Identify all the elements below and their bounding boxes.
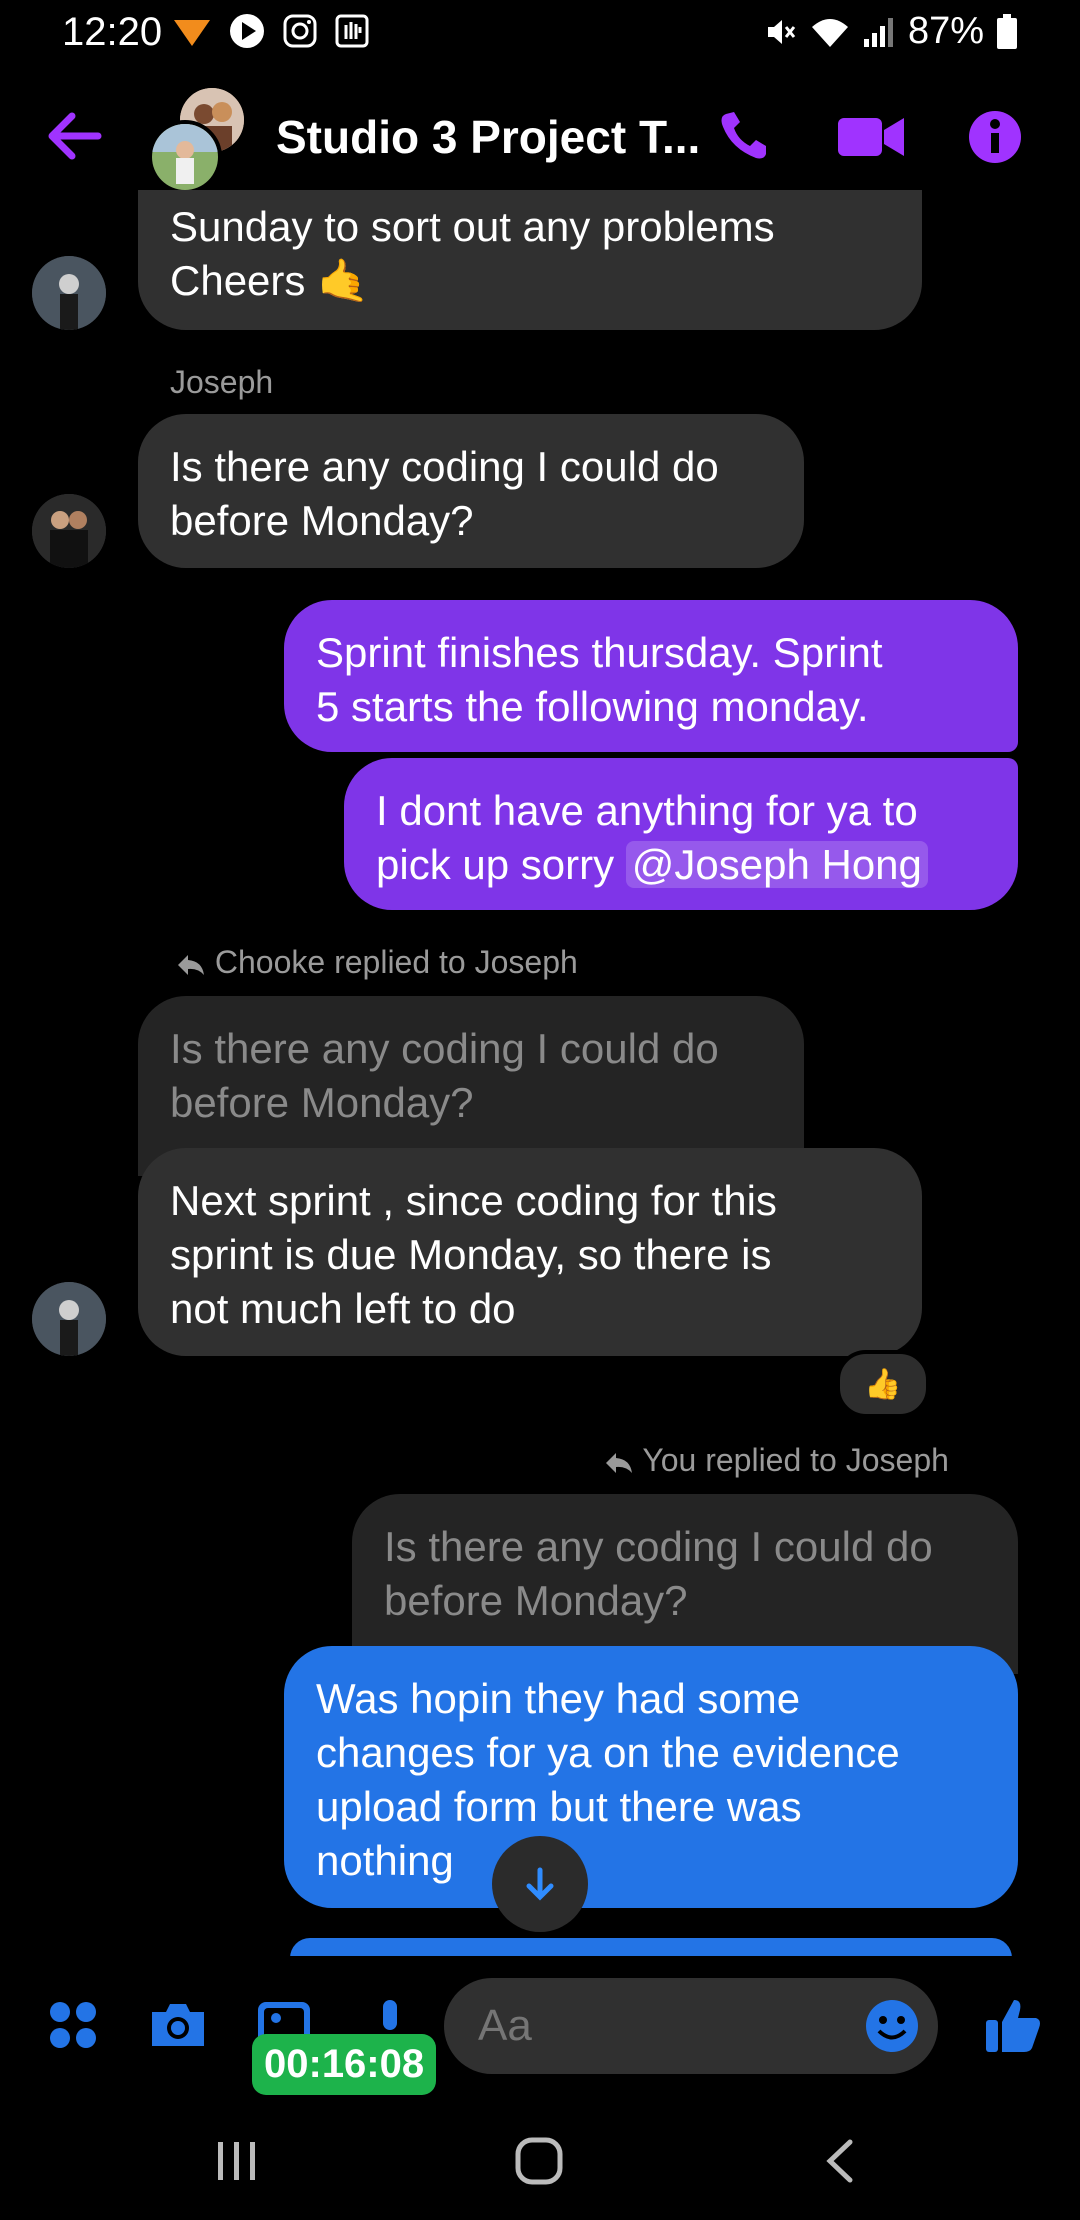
battery-percent: 87% — [907, 10, 984, 52]
message-text: Sprint finishes thursday. Sprint — [316, 629, 883, 676]
reply-label-text: You replied to Joseph — [642, 1442, 949, 1478]
recording-timer: 00:16:08 — [252, 2034, 437, 2095]
message-text-line: pick up sorry @Joseph Hong — [376, 838, 986, 892]
message-bubble[interactable]: Sunday to sort out any problems Cheers 🤙 — [138, 190, 922, 330]
status-time: 12:20 — [62, 10, 163, 54]
emoji-icon[interactable] — [864, 1998, 920, 2054]
message-bubble[interactable]: Sprint finishes thursday. Sprint 5 start… — [284, 600, 1018, 752]
message-text: changes for ya on the evidence — [316, 1729, 900, 1776]
thumbs-up-icon[interactable] — [984, 1996, 1042, 2054]
reply-label-text: Chooke replied to Joseph — [214, 944, 578, 980]
message-text: not much left to do — [170, 1285, 516, 1332]
quoted-text: before Monday? — [170, 1079, 474, 1126]
apps-grid-icon[interactable] — [48, 2000, 98, 2050]
video-camera-icon[interactable] — [838, 114, 904, 160]
phone-icon[interactable] — [716, 108, 772, 164]
battery-icon — [997, 13, 1017, 49]
notification-icons — [172, 12, 370, 50]
reply-arrow-icon — [606, 1452, 632, 1473]
system-status: 87% — [764, 10, 1018, 53]
sender-avatar[interactable] — [32, 256, 106, 330]
wifi-icon — [811, 18, 848, 47]
system-back-icon[interactable] — [822, 2138, 858, 2184]
quoted-text: Is there any coding I could do — [384, 1523, 933, 1570]
group-avatar-front[interactable] — [148, 120, 222, 194]
mute-icon — [767, 19, 796, 44]
arrow-down-icon — [526, 1867, 554, 1901]
message-bubble[interactable]: I dont have anything for ya to pick up s… — [344, 758, 1018, 910]
sender-name: Joseph — [170, 364, 274, 400]
reaction-badge[interactable]: 👍 — [836, 1350, 930, 1418]
quoted-text: Is there any coding I could do — [170, 1025, 719, 1072]
info-icon[interactable] — [968, 110, 1022, 164]
message-text: Next sprint , since coding for this — [170, 1177, 777, 1224]
signal-icon — [863, 17, 893, 47]
message-text: 5 starts the following monday. — [316, 683, 869, 730]
camera-icon[interactable] — [148, 2000, 208, 2050]
message-text: Was hopin they had some — [316, 1675, 801, 1722]
message-text: upload form but there was — [316, 1783, 802, 1830]
reply-arrow-icon — [178, 954, 204, 975]
play-icon — [230, 14, 264, 48]
recent-apps-icon[interactable] — [214, 2140, 260, 2182]
scroll-to-bottom-button[interactable] — [492, 1836, 588, 1932]
reply-label: Chooke replied to Joseph — [176, 944, 578, 981]
message-text: Is there any coding I could do — [170, 443, 719, 490]
message-bubble[interactable]: Was hopin they had some changes for ya o… — [284, 1646, 1018, 1908]
home-icon[interactable] — [514, 2136, 564, 2186]
message-bubble[interactable]: Next sprint , since coding for this spri… — [138, 1148, 922, 1356]
message-bubble[interactable]: Is there any coding I could do before Mo… — [138, 414, 804, 568]
message-text: before Monday? — [170, 497, 474, 544]
message-bubble-partial[interactable] — [290, 1938, 1012, 1958]
message-input[interactable] — [476, 2000, 840, 2052]
message-text: nothing — [316, 1837, 454, 1884]
message-composer[interactable] — [444, 1978, 938, 2074]
message-text: sprint is due Monday, so there is — [170, 1231, 772, 1278]
message-text: pick up sorry — [376, 841, 626, 888]
reply-label: You replied to Joseph — [604, 1442, 949, 1479]
back-arrow-icon[interactable] — [44, 110, 104, 162]
mention-link[interactable]: @Joseph Hong — [625, 841, 928, 888]
message-text: Sunday to sort out any problems — [170, 203, 775, 250]
instagram-icon — [283, 14, 317, 48]
quoted-text: before Monday? — [384, 1577, 688, 1624]
conversation-title[interactable]: Studio 3 Project T... — [276, 110, 700, 164]
hand-icon — [335, 14, 369, 48]
sender-avatar[interactable] — [32, 1282, 106, 1356]
app-notification-icon — [174, 20, 210, 46]
message-text: I dont have anything for ya to — [376, 787, 918, 834]
sender-avatar[interactable] — [32, 494, 106, 568]
message-text: Cheers 🤙 — [170, 257, 370, 304]
